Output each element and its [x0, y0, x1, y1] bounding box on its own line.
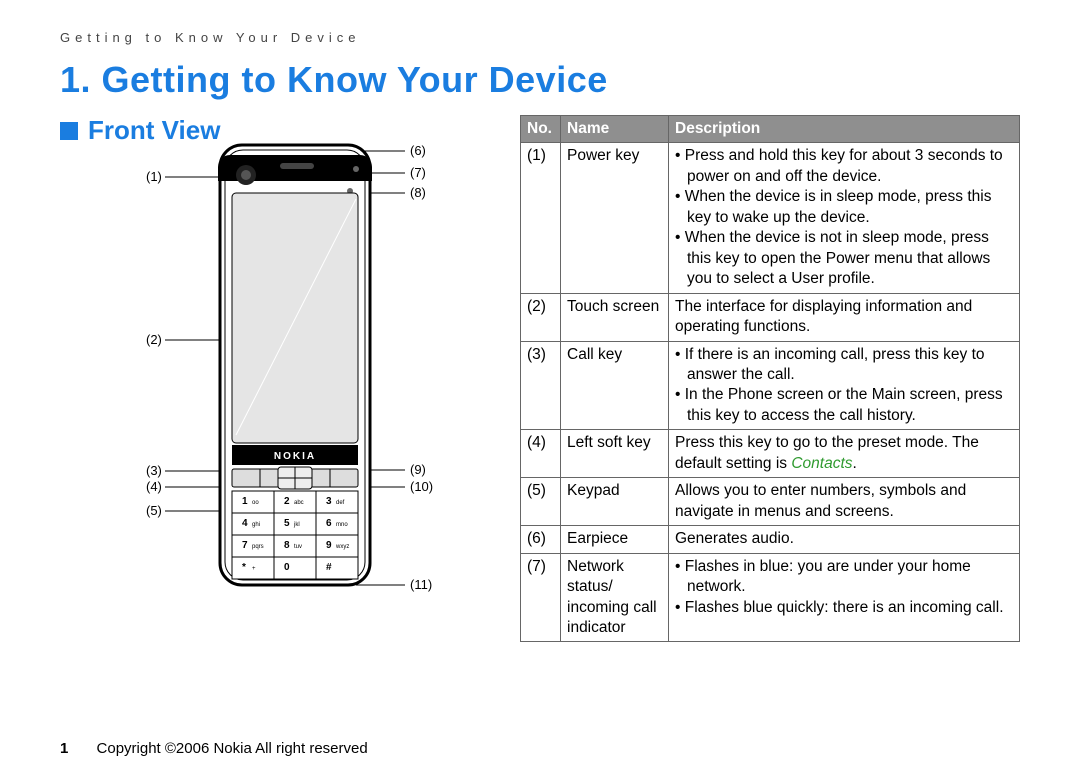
table-row: (5)KeypadAllows you to enter numbers, sy…	[521, 478, 1020, 526]
cell-desc: Allows you to enter numbers, symbols and…	[669, 478, 1020, 526]
svg-text:7: 7	[242, 540, 248, 551]
svg-text:ghi: ghi	[252, 522, 260, 528]
cell-no: (2)	[521, 293, 561, 341]
svg-text:5: 5	[284, 518, 290, 529]
cell-no: (4)	[521, 430, 561, 478]
section-title: 1. Getting to Know Your Device	[60, 59, 1020, 101]
callout-10: (10)	[410, 479, 433, 494]
subsection-title: Front View	[88, 115, 220, 146]
table-row: (4)Left soft keyPress this key to go to …	[521, 430, 1020, 478]
cell-no: (3)	[521, 341, 561, 430]
table-row: (1)Power keyPress and hold this key for …	[521, 143, 1020, 293]
svg-text:2: 2	[284, 496, 290, 507]
callout-5: (5)	[146, 503, 162, 518]
svg-text:+: +	[252, 566, 256, 572]
svg-text:def: def	[336, 500, 345, 506]
cell-desc: Press and hold this key for about 3 seco…	[669, 143, 1020, 293]
table-row: (2)Touch screenThe interface for display…	[521, 293, 1020, 341]
cell-name: Touch screen	[561, 293, 669, 341]
svg-text:abc: abc	[294, 500, 304, 506]
svg-text:9: 9	[326, 540, 332, 551]
svg-text:6: 6	[326, 518, 332, 529]
cell-name: Earpiece	[561, 526, 669, 553]
cell-name: Power key	[561, 143, 669, 293]
svg-text:4: 4	[242, 518, 248, 529]
th-no: No.	[521, 116, 561, 143]
table-row: (3)Call keyIf there is an incoming call,…	[521, 341, 1020, 430]
callout-3: (3)	[146, 463, 162, 478]
cell-desc: Press this key to go to the preset mode.…	[669, 430, 1020, 478]
th-desc: Description	[669, 116, 1020, 143]
cell-desc: The interface for displaying information…	[669, 293, 1020, 341]
callout-9: (9)	[410, 462, 426, 477]
cell-name: Call key	[561, 341, 669, 430]
cell-name: Left soft key	[561, 430, 669, 478]
running-header: Getting to Know Your Device	[60, 30, 1020, 45]
callout-2: (2)	[146, 332, 162, 347]
svg-text:8: 8	[284, 540, 290, 551]
cell-no: (6)	[521, 526, 561, 553]
table-row: (6)EarpieceGenerates audio.	[521, 526, 1020, 553]
callout-1: (1)	[146, 169, 162, 184]
svg-text:#: #	[326, 562, 332, 573]
callout-7: (7)	[410, 165, 426, 180]
table-row: (7)Network status/ incoming call indicat…	[521, 553, 1020, 642]
callout-6: (6)	[410, 143, 426, 158]
page-number: 1	[60, 740, 68, 757]
svg-text:mno: mno	[336, 522, 348, 528]
svg-text:oo: oo	[252, 500, 259, 506]
cell-desc: If there is an incoming call, press this…	[669, 341, 1020, 430]
cell-no: (5)	[521, 478, 561, 526]
svg-text:jkl: jkl	[293, 522, 300, 528]
cell-name: Keypad	[561, 478, 669, 526]
svg-text:wxyz: wxyz	[335, 544, 349, 550]
svg-text:1: 1	[242, 496, 248, 507]
svg-text:NOKIA: NOKIA	[274, 451, 316, 462]
svg-text:*: *	[242, 562, 246, 573]
callout-8: (8)	[410, 185, 426, 200]
svg-text:3: 3	[326, 496, 332, 507]
th-name: Name	[561, 116, 669, 143]
footer: 1 Copyright ©2006 Nokia All right reserv…	[60, 740, 368, 757]
svg-text:0: 0	[284, 562, 290, 573]
cell-no: (1)	[521, 143, 561, 293]
callout-11: (11)	[410, 577, 432, 592]
callout-4: (4)	[146, 479, 162, 494]
cell-desc: Generates audio.	[669, 526, 1020, 553]
front-view-diagram: Front View	[60, 115, 480, 615]
svg-text:pqrs: pqrs	[252, 544, 264, 550]
cell-no: (7)	[521, 553, 561, 642]
svg-text:tuv: tuv	[294, 544, 302, 550]
square-bullet-icon	[60, 122, 78, 140]
copyright: Copyright ©2006 Nokia All right reserved	[97, 740, 368, 757]
cell-desc: Flashes in blue: you are under your home…	[669, 553, 1020, 642]
parts-table: No. Name Description (1)Power keyPress a…	[520, 115, 1020, 642]
cell-name: Network status/ incoming call indicator	[561, 553, 669, 642]
